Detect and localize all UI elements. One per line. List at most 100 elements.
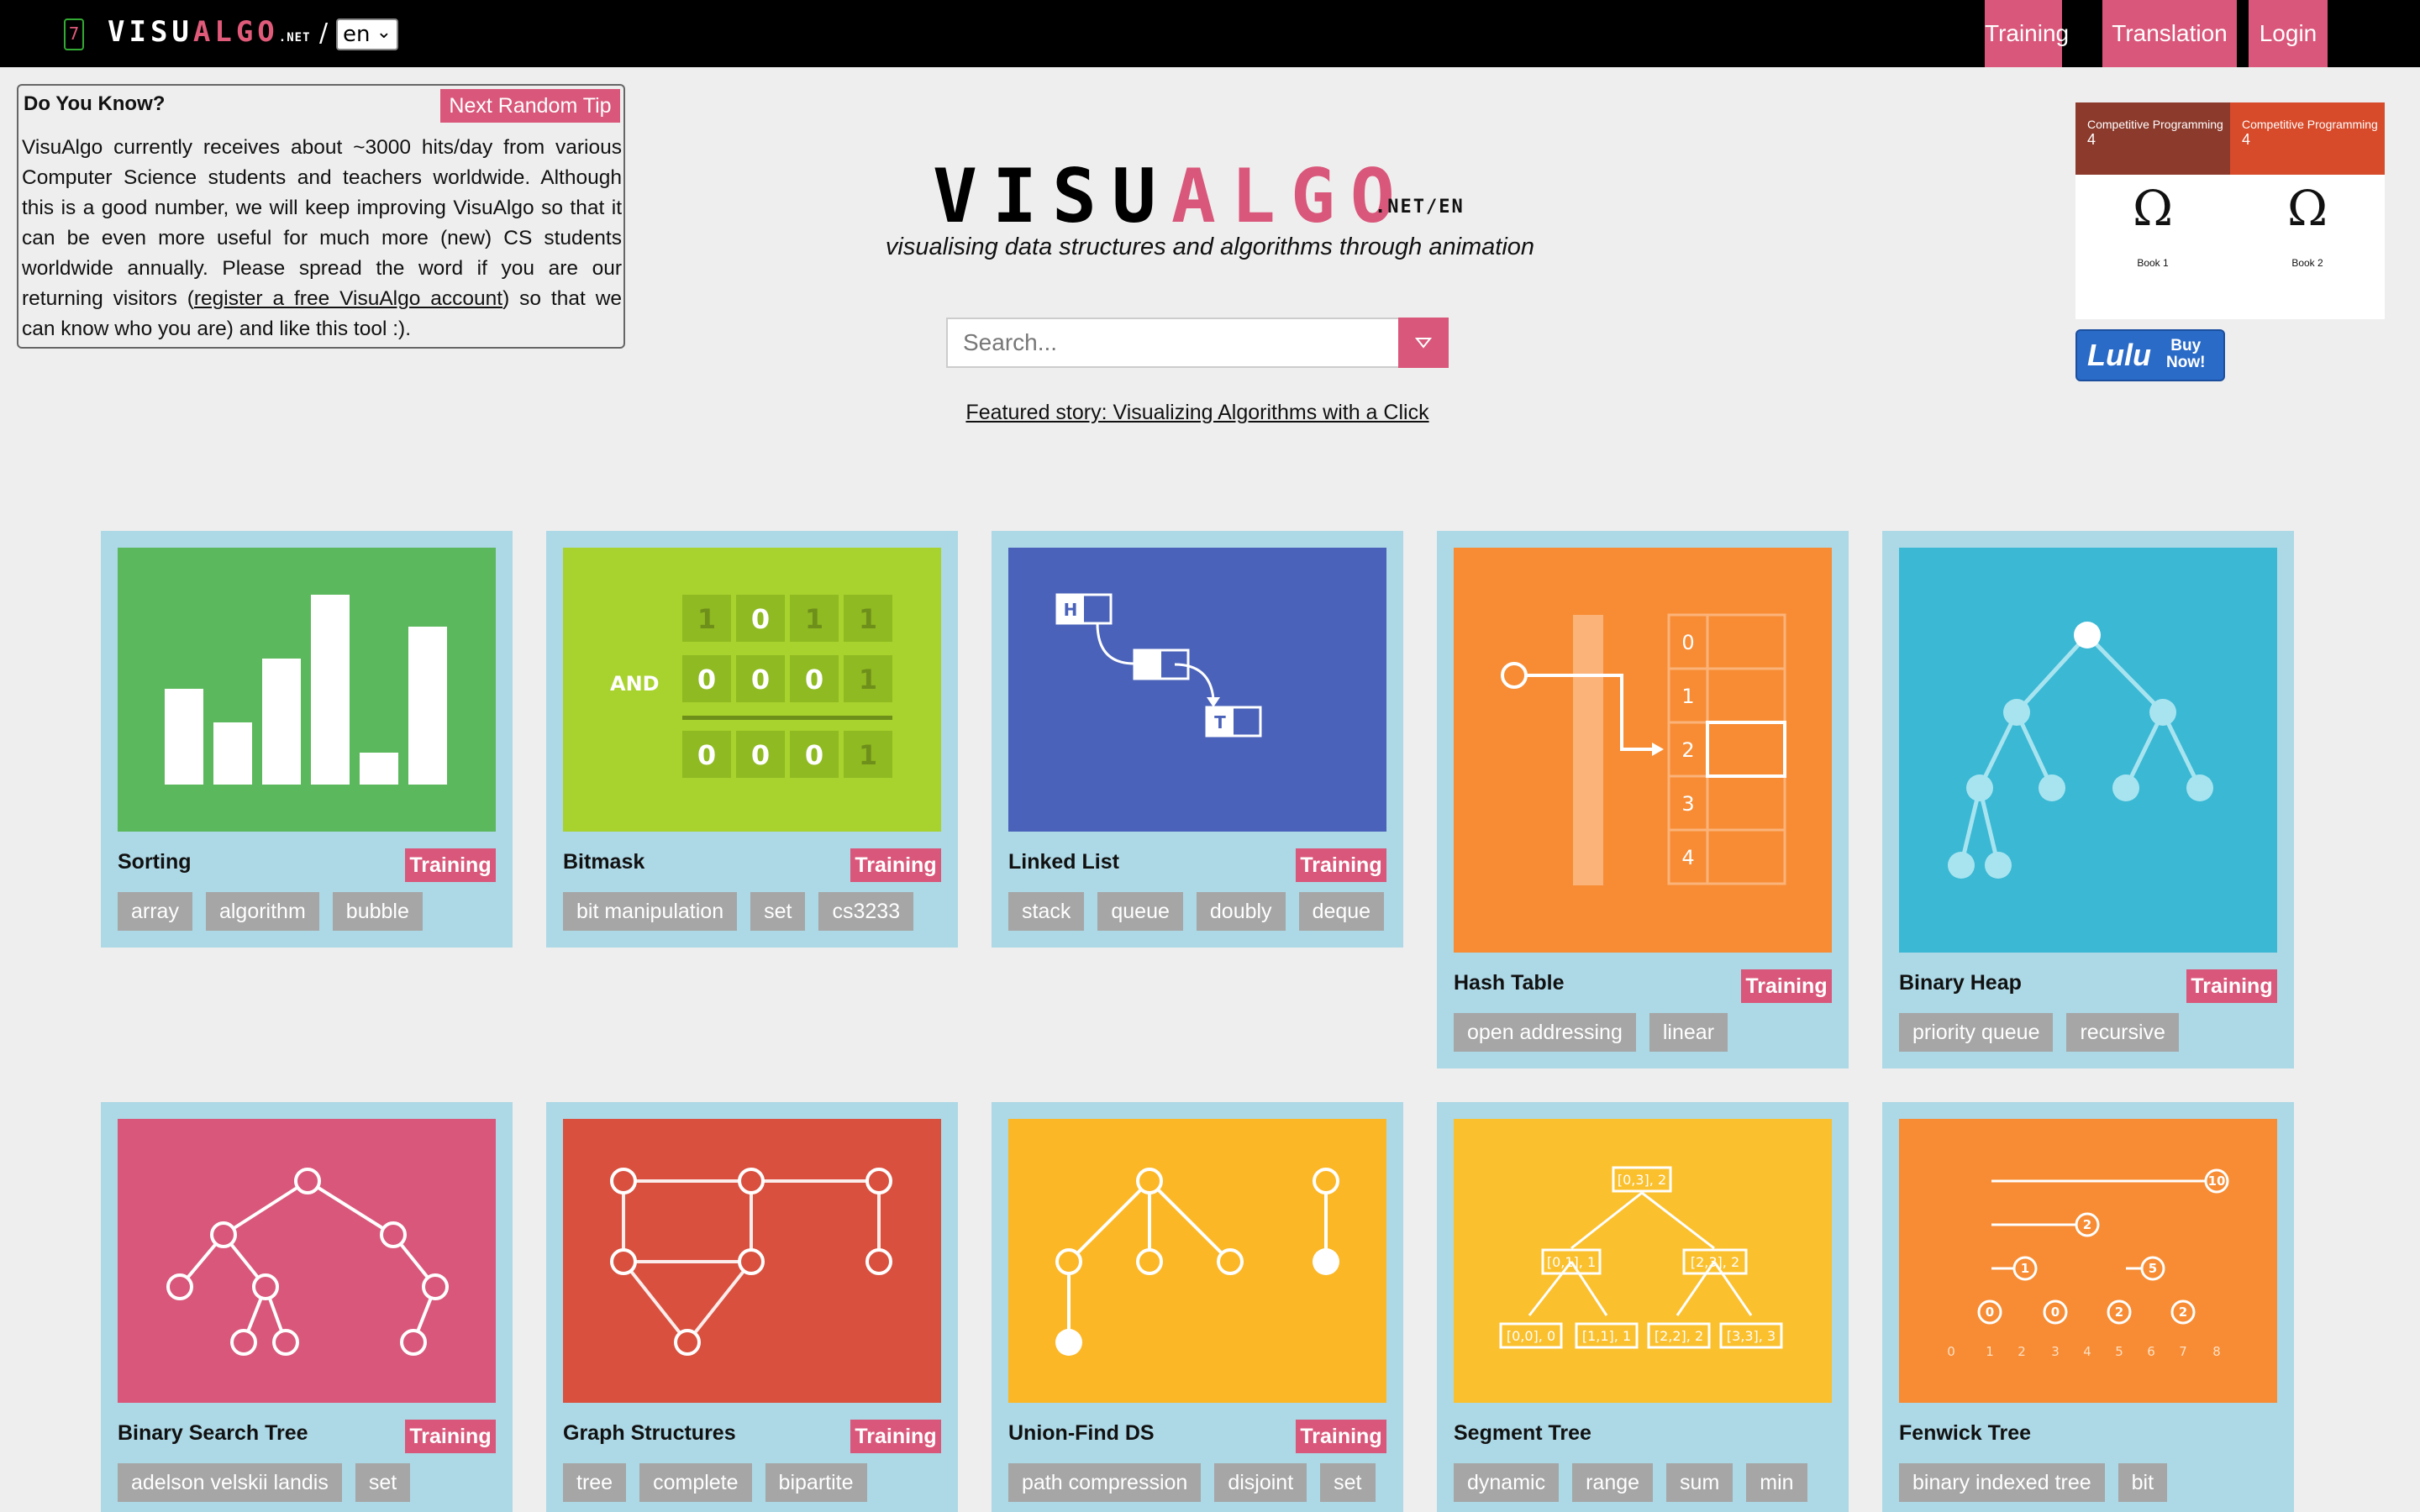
svg-text:0: 0 xyxy=(1947,1344,1955,1359)
svg-text:1: 1 xyxy=(1986,1344,1994,1359)
training-button[interactable]: Training xyxy=(405,1420,496,1453)
segment-tree-icon: [0,3], 2 [0,1], 1 [2,3], 2 [0,0], 0 [1,1… xyxy=(1499,1166,1783,1349)
tag[interactable]: tree xyxy=(563,1463,627,1502)
card-binary-heap[interactable]: Binary Heap Training priority queue recu… xyxy=(1882,531,2294,1068)
training-button[interactable]: Training xyxy=(405,848,496,882)
svg-text:[2,2], 2: [2,2], 2 xyxy=(1655,1328,1703,1344)
chevron-down-icon: ⌄ xyxy=(376,22,392,43)
svg-text:0: 0 xyxy=(2051,1305,2060,1320)
register-account-link[interactable]: register a free VisuAlgo account xyxy=(194,287,502,310)
nav-login-button[interactable]: Login xyxy=(2249,0,2328,67)
tag[interactable]: path compression xyxy=(1008,1463,1202,1502)
tag-list: dynamic range sum min xyxy=(1454,1463,1807,1502)
app-icon[interactable]: 7 xyxy=(64,18,84,50)
card-segment-tree[interactable]: [0,3], 2 [0,1], 1 [2,3], 2 [0,0], 0 [1,1… xyxy=(1437,1102,1849,1512)
top-logo-main: VISU xyxy=(108,15,193,49)
tip-title: Do You Know? xyxy=(24,92,166,115)
tag[interactable]: algorithm xyxy=(205,892,319,931)
training-button[interactable]: Training xyxy=(850,1420,941,1453)
training-button[interactable]: Training xyxy=(1296,1420,1386,1453)
tag[interactable]: bit xyxy=(2118,1463,2168,1502)
lulu-buy-now-button[interactable]: Lulu Buy Now! xyxy=(2075,329,2225,381)
card-title: Graph Structures xyxy=(563,1421,736,1445)
tag[interactable]: array xyxy=(118,892,192,931)
tag[interactable]: disjoint xyxy=(1214,1463,1307,1502)
tag[interactable]: set xyxy=(1320,1463,1376,1502)
lulu-logo: Lulu xyxy=(2087,338,2151,372)
tag-list: priority queue recursive xyxy=(1899,1013,2179,1052)
card-graph-structures[interactable]: Graph Structures Training tree complete … xyxy=(546,1102,958,1512)
tag[interactable]: bubble xyxy=(332,892,423,931)
training-button[interactable]: Training xyxy=(1296,848,1386,882)
svg-text:5: 5 xyxy=(2149,1261,2157,1276)
svg-text:10: 10 xyxy=(2208,1173,2226,1189)
tag[interactable]: set xyxy=(750,892,806,931)
svg-text:0: 0 xyxy=(751,603,770,635)
tag[interactable]: deque xyxy=(1298,892,1385,931)
search-dropdown-button[interactable] xyxy=(1398,318,1449,368)
tag[interactable]: stack xyxy=(1008,892,1085,931)
tag[interactable]: sum xyxy=(1666,1463,1733,1502)
book-advertisement[interactable]: Competitive Programming 4 Ω Book 1 Compe… xyxy=(2075,102,2386,321)
svg-text:0: 0 xyxy=(751,739,770,771)
hash-table-thumbnail: 0 1 2 3 4 xyxy=(1454,548,1832,953)
featured-story-link[interactable]: Featured story: Visualizing Algorithms w… xyxy=(965,401,1428,424)
tag[interactable]: doubly xyxy=(1196,892,1286,931)
book-2-cover[interactable]: Competitive Programming 4 Ω Book 2 xyxy=(2230,102,2385,319)
nav-translation-button[interactable]: Translation xyxy=(2102,0,2237,67)
training-button[interactable]: Training xyxy=(1741,969,1832,1003)
tag[interactable]: open addressing xyxy=(1454,1013,1636,1052)
tag[interactable]: bipartite xyxy=(765,1463,867,1502)
svg-text:1: 1 xyxy=(2021,1261,2029,1276)
svg-text:1: 1 xyxy=(805,603,823,635)
tag[interactable]: binary indexed tree xyxy=(1899,1463,2105,1502)
tag[interactable]: cs3233 xyxy=(818,892,914,931)
svg-text:3: 3 xyxy=(1681,792,1694,816)
sorting-thumbnail xyxy=(118,548,496,832)
card-bitmask[interactable]: AND 1 0 1 1 0 0 0 1 0 0 0 1 Bitmask Training bit … xyxy=(546,531,958,948)
svg-text:6: 6 xyxy=(2147,1344,2155,1359)
tag-list: adelson velskii landis set xyxy=(118,1463,411,1502)
svg-text:0: 0 xyxy=(697,664,716,696)
card-title: Segment Tree xyxy=(1454,1421,1591,1445)
svg-text:2: 2 xyxy=(1681,738,1694,762)
card-hash-table[interactable]: 0 1 2 3 4 Hash Table Training open addre… xyxy=(1437,531,1849,1068)
tag[interactable]: recursive xyxy=(2066,1013,2179,1052)
tag[interactable]: adelson velskii landis xyxy=(118,1463,342,1502)
card-title: Hash Table xyxy=(1454,971,1565,995)
svg-text:2: 2 xyxy=(2018,1344,2026,1359)
nav-training-button[interactable]: Training xyxy=(1985,0,2069,67)
tag[interactable]: complete xyxy=(639,1463,752,1502)
svg-text:[0,1], 1: [0,1], 1 xyxy=(1547,1254,1596,1270)
top-navbar: 7 VISUALGO.NET / en ⌄ Training Translati… xyxy=(0,0,2420,67)
training-button[interactable]: Training xyxy=(2186,969,2277,1003)
union-find-icon xyxy=(1055,1168,1339,1356)
next-random-tip-button[interactable]: Next Random Tip xyxy=(440,89,620,123)
tag[interactable]: dynamic xyxy=(1454,1463,1560,1502)
book-1-cover[interactable]: Competitive Programming 4 Ω Book 1 xyxy=(2075,102,2230,319)
bst-thumbnail xyxy=(118,1119,496,1403)
binary-heap-thumbnail xyxy=(1899,548,2277,953)
card-title: Sorting xyxy=(118,850,192,874)
card-binary-search-tree[interactable]: Binary Search Tree Training adelson vels… xyxy=(101,1102,513,1512)
search-input[interactable]: Search... xyxy=(946,318,1400,368)
language-select[interactable]: en ⌄ xyxy=(336,18,398,50)
card-linked-list[interactable]: H T Linked List Training stack queue dou… xyxy=(992,531,1403,948)
card-union-find[interactable]: Union-Find DS Training path compression … xyxy=(992,1102,1403,1512)
tag[interactable]: range xyxy=(1572,1463,1654,1502)
fenwick-tree-thumbnail: 10 2 1 5 0 0 2 2 0 1 2 3 4 5 6 7 8 xyxy=(1899,1119,2277,1403)
tag[interactable]: bit manipulation xyxy=(563,892,738,931)
tag[interactable]: min xyxy=(1746,1463,1807,1502)
svg-text:1: 1 xyxy=(1681,685,1694,708)
svg-text:0: 0 xyxy=(1986,1305,1994,1320)
tag[interactable]: priority queue xyxy=(1899,1013,2054,1052)
top-logo[interactable]: VISUALGO.NET xyxy=(108,15,311,49)
tag[interactable]: queue xyxy=(1097,892,1183,931)
tag-list: path compression disjoint set xyxy=(1008,1463,1376,1502)
card-sorting[interactable]: Sorting Training array algorithm bubble xyxy=(101,531,513,948)
training-button[interactable]: Training xyxy=(850,848,941,882)
tag[interactable]: linear xyxy=(1649,1013,1728,1052)
tag-list: array algorithm bubble xyxy=(118,892,423,931)
tag[interactable]: set xyxy=(355,1463,411,1502)
card-fenwick-tree[interactable]: 10 2 1 5 0 0 2 2 0 1 2 3 4 5 6 7 8 Fenwi… xyxy=(1882,1102,2294,1512)
